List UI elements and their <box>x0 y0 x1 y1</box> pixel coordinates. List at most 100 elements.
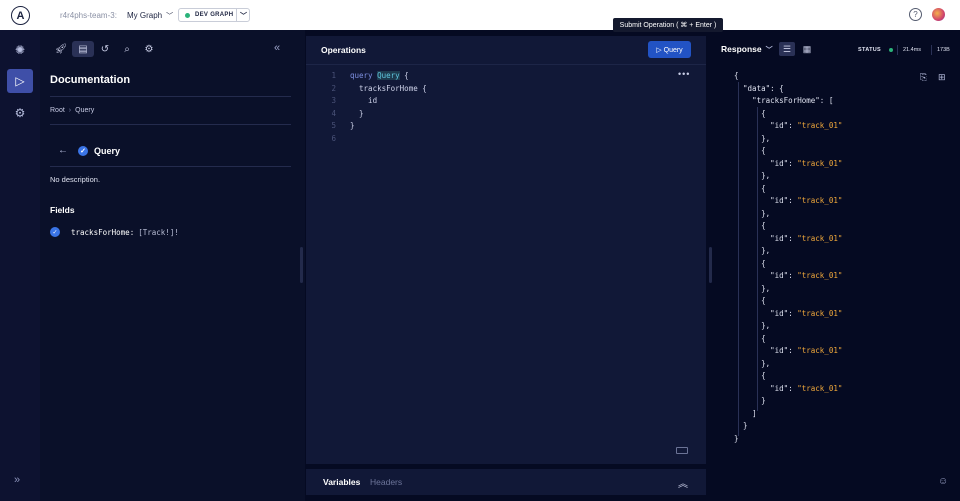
json-line: }, <box>734 358 842 371</box>
json-token: { <box>761 146 766 155</box>
field-name[interactable]: tracksForHome: <box>71 228 134 237</box>
gear-icon[interactable]: ⚙ <box>138 41 160 57</box>
feedback-icon[interactable]: ☺ <box>938 476 948 487</box>
documentation-panel: 🚀︎ ▤ ↺ ⌕ ⚙ « Documentation Root › Query ← … <box>40 30 305 501</box>
json-token: } <box>761 396 766 405</box>
code-text[interactable]: } <box>350 120 355 133</box>
json-line: { <box>734 70 842 83</box>
json-line: "id": "track_01" <box>734 195 842 208</box>
keyboard-icon[interactable] <box>676 447 688 454</box>
chevron-down-icon[interactable]: ﹀ <box>240 11 247 21</box>
json-token: "id" <box>770 196 789 205</box>
json-view-icon[interactable]: ☰ <box>779 42 795 56</box>
copy-icon[interactable]: ⎘ <box>920 72 927 83</box>
settings-gear-icon[interactable]: ⚙ <box>7 101 33 125</box>
rocket-icon[interactable]: 🚀︎ <box>50 41 72 57</box>
json-token: { <box>761 183 766 193</box>
field-row[interactable]: ✓ tracksForHome: [Track!]! <box>50 227 179 237</box>
tab-variables[interactable]: Variables <box>323 477 360 487</box>
schema-icon[interactable]: ✺ <box>7 38 33 62</box>
json-token: : <box>788 271 798 280</box>
json-string: "track_01" <box>797 196 843 205</box>
json-token: { <box>761 221 766 230</box>
code-token: } <box>350 108 364 118</box>
json-line: }, <box>734 320 842 333</box>
json-token: : <box>788 233 798 243</box>
code-line[interactable]: 6 <box>320 133 427 146</box>
operations-title: Operations <box>321 45 366 55</box>
help-icon[interactable]: ? <box>909 8 922 21</box>
apollo-logo[interactable]: A <box>11 6 30 25</box>
json-line: "id": "track_01" <box>734 120 842 133</box>
json-string: "track_01" <box>797 271 843 280</box>
response-title: Response <box>721 44 762 54</box>
panel-resize-handle[interactable] <box>709 247 712 283</box>
breadcrumb-root[interactable]: Root <box>50 107 65 114</box>
avatar[interactable] <box>932 8 945 21</box>
code-text[interactable]: tracksForHome { <box>350 83 427 96</box>
response-json[interactable]: { "data": { "tracksForHome": [ { "id": "… <box>734 70 842 445</box>
code-token: tracksForHome { <box>350 83 427 93</box>
check-circle-icon[interactable]: ✓ <box>78 145 88 156</box>
more-options-icon[interactable]: ••• <box>678 69 690 79</box>
field-type[interactable]: [Track!]! <box>138 228 179 237</box>
json-token: { <box>734 71 739 80</box>
json-token: } <box>734 433 739 443</box>
variant-name: DEV GRAPH <box>195 12 234 18</box>
page-title: Documentation <box>50 74 131 86</box>
json-line: "id": "track_01" <box>734 233 842 246</box>
code-editor[interactable]: 1 query Query {2 tracksForHome {3 id 4 } 5}… <box>320 70 427 145</box>
variant-selector[interactable]: DEV GRAPH ﹀ <box>178 8 250 22</box>
code-line[interactable]: 3 id <box>320 95 427 108</box>
check-circle-icon[interactable]: ✓ <box>50 227 60 237</box>
graph-selector[interactable]: My Graph ﹀ <box>127 11 173 21</box>
code-line[interactable]: 4 } <box>320 108 427 121</box>
save-icon[interactable]: ⊞ <box>938 72 946 83</box>
json-line: "data": { <box>734 83 842 96</box>
json-token: }, <box>761 358 771 368</box>
collapse-panel-icon[interactable]: « <box>274 42 280 54</box>
json-token: { <box>761 371 766 380</box>
run-query-button[interactable]: ▷ Query <box>648 41 691 58</box>
back-arrow-icon[interactable]: ← <box>58 145 68 156</box>
graph-name: My Graph <box>127 11 163 20</box>
json-token: }, <box>761 171 771 180</box>
code-text[interactable]: query Query { <box>350 70 409 83</box>
tab-headers[interactable]: Headers <box>370 477 402 487</box>
history-icon[interactable]: ↺ <box>94 41 116 57</box>
json-string: "track_01" <box>797 121 843 130</box>
json-line: { <box>734 220 842 233</box>
variables-bar: Variables Headers ︽ <box>306 469 706 495</box>
json-token: : <box>788 346 798 355</box>
documentation-icon[interactable]: ▤ <box>72 41 94 57</box>
explorer-icon[interactable]: ▷ <box>7 69 33 93</box>
line-number: 1 <box>331 71 336 80</box>
top-bar: A r4r4phs-team-3: My Graph ﹀ DEV GRAPH ﹀ … <box>0 0 960 30</box>
type-header: ← ✓ Query <box>58 145 120 156</box>
json-token: "tracksForHome" <box>752 96 820 105</box>
expand-rail-icon[interactable]: » <box>14 474 20 486</box>
code-text[interactable]: } <box>350 108 364 121</box>
json-line: "id": "track_01" <box>734 383 842 396</box>
json-token: "id" <box>770 271 789 280</box>
type-description: No description. <box>50 175 101 184</box>
json-string: "track_01" <box>797 233 843 243</box>
type-name: Query <box>94 145 121 156</box>
code-text[interactable]: id <box>350 95 377 108</box>
status-label: STATUS <box>858 47 881 53</box>
org-name: r4r4phs-team-3: <box>60 11 117 20</box>
response-selector[interactable]: Response ﹀ <box>721 44 773 55</box>
divider <box>50 124 291 125</box>
chevron-right-icon: › <box>68 107 72 114</box>
line-number: 6 <box>331 133 336 143</box>
expand-up-icon[interactable]: ︽ <box>678 475 688 490</box>
code-line[interactable]: 1 query Query { <box>320 70 427 83</box>
table-view-icon[interactable]: ▦ <box>799 42 815 56</box>
json-token: : <box>788 308 798 318</box>
panel-resize-handle[interactable] <box>300 247 303 283</box>
code-line[interactable]: 5} <box>320 120 427 133</box>
chevron-down-icon: ﹀ <box>765 47 773 54</box>
search-icon[interactable]: ⌕ <box>116 41 138 57</box>
json-line: }, <box>734 208 842 221</box>
code-line[interactable]: 2 tracksForHome { <box>320 83 427 96</box>
